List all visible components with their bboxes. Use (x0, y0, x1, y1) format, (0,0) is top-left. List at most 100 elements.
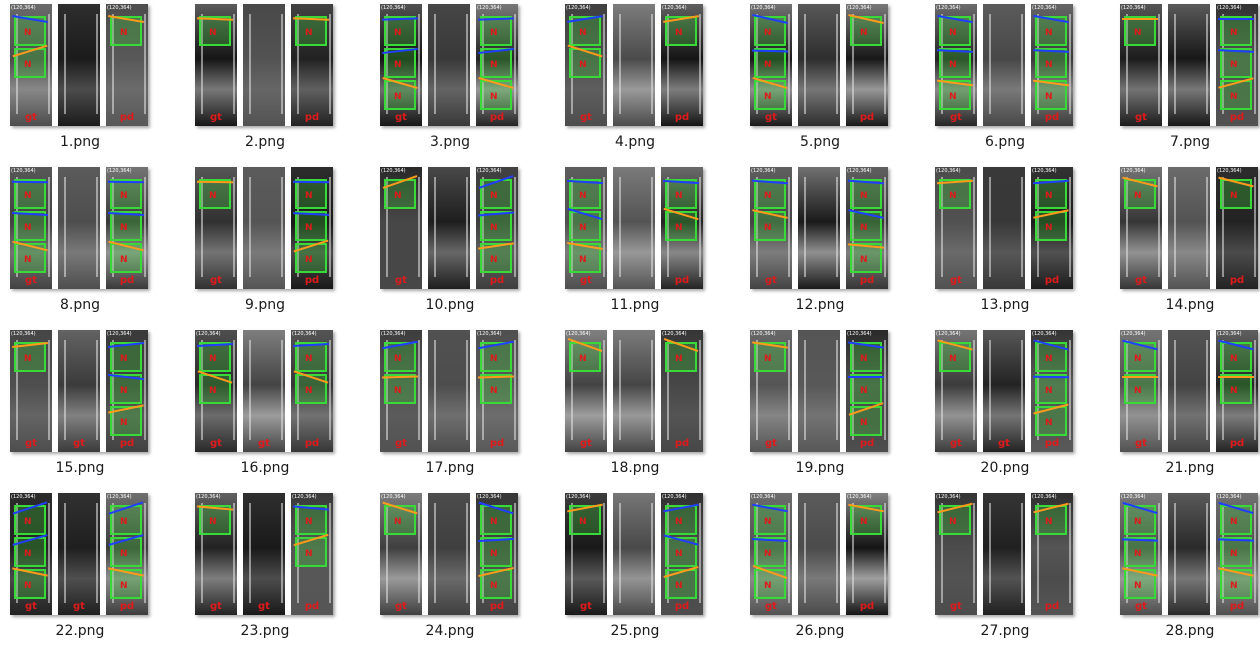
file-name[interactable]: 1.png (6, 134, 154, 150)
parking-line (64, 177, 98, 277)
thumbnail-image[interactable]: N N (120,364) gt N N (120,364) pd (1120, 330, 1258, 452)
file-name[interactable]: 2.png (191, 134, 339, 150)
file-thumbnail[interactable]: N (120,364) gt N N N (120,364) pd 10.png (376, 163, 524, 321)
file-name[interactable]: 10.png (376, 297, 524, 313)
file-name[interactable]: 12.png (746, 297, 894, 313)
thumbnail-image[interactable]: N (120,364) gt N N N (120,364) pd (565, 493, 703, 615)
thumbnail-image[interactable]: N N N (120,364) gt N (120,364) pd (750, 4, 888, 126)
raw-panel (428, 330, 470, 452)
thumbnail-image[interactable]: N N N (120,364) gt gt N N N (120,364) pd (10, 493, 148, 615)
file-name[interactable]: 27.png (931, 623, 1079, 639)
file-thumbnail[interactable]: N (120,364) gt N N (120,364) pd 13.png (931, 163, 1079, 321)
thumbnail-image[interactable]: N N N (120,364) gt N N N (120,364) pd (10, 167, 148, 289)
file-name[interactable]: 9.png (191, 297, 339, 313)
pd-panel: N N (120,364) pd (291, 493, 333, 615)
thumbnail-image[interactable]: N N (120,364) gt gt N N (120,364) pd (195, 330, 333, 452)
slot-marker: N (394, 517, 402, 527)
file-thumbnail[interactable]: N N (120,364) gt gt N N (120,364) pd 16.png (191, 326, 339, 484)
file-thumbnail[interactable]: N N (120,364) gt N (120,364) pd 4.png (561, 0, 709, 158)
slot-marker: N (120, 28, 128, 38)
thumbnail-image[interactable]: N N N (120,364) gt N (120,364) pd (750, 493, 888, 615)
raw-panel (613, 493, 655, 615)
thumbnail-image[interactable]: N (120,364) gt N N (120,364) pd (935, 167, 1073, 289)
file-name[interactable]: 6.png (931, 134, 1079, 150)
file-thumbnail[interactable]: N N Ngt N Npd 11.png (561, 163, 709, 321)
file-name[interactable]: 14.png (1116, 297, 1260, 313)
thumbnail-image[interactable]: N (120,364) gt N N N (120,364) pd (750, 330, 888, 452)
file-name[interactable]: 3.png (376, 134, 524, 150)
file-thumbnail[interactable]: N N N (120,364) gt N N N (120,364) pd 28.png (1116, 489, 1260, 647)
thumbnail-image[interactable]: N (120,364) gt gt N N N (120,364) pd (935, 330, 1073, 452)
thumbnail-image[interactable]: N (120,364) gt N N N (120,364) pd (1120, 4, 1258, 126)
file-name[interactable]: 18.png (561, 460, 709, 476)
file-thumbnail[interactable]: N N N (120,364) gt N N N (120,364) pd 3.png (376, 0, 524, 158)
thumbnail-image[interactable]: N (120,364) gt N (120,364) pd (935, 493, 1073, 615)
raw-panel (1168, 330, 1210, 452)
file-name[interactable]: 16.png (191, 460, 339, 476)
slot-marker: N (1045, 418, 1053, 428)
thumbnail-image[interactable]: N N N (120,364) gt N N N (120,364) pd (935, 4, 1073, 126)
file-thumbnail[interactable]: N (120,364) gt N N N (120,364) pd 25.png (561, 489, 709, 647)
file-name[interactable]: 26.png (746, 623, 894, 639)
slot-marker: N (1230, 191, 1238, 201)
thumbnail-image[interactable]: N (120,364) gt N N N (120,364) pd (380, 493, 518, 615)
gt-panel: N N N (120,364) gt (10, 167, 52, 289)
thumbnail-image[interactable]: N N Ngt N Npd (565, 167, 703, 289)
raw-panel: gt (58, 493, 100, 615)
file-thumbnail[interactable]: Ngt N N Npd 9.png (191, 163, 339, 321)
file-name[interactable]: 13.png (931, 297, 1079, 313)
file-thumbnail[interactable]: N N N (120,364) gt N (120,364) pd 26.png (746, 489, 894, 647)
thumbnail-image[interactable]: N N (120,364) gt N (120,364) pd (565, 4, 703, 126)
file-thumbnail[interactable]: N N N (120,364) gt N N N (120,364) pd 6.png (931, 0, 1079, 158)
file-thumbnail[interactable]: N (120,364) gt N (120,364) pd 18.png (561, 326, 709, 484)
file-name[interactable]: 20.png (931, 460, 1079, 476)
file-name[interactable]: 4.png (561, 134, 709, 150)
thumbnail-image[interactable]: N (120,364) gt N (120,364) pd (565, 330, 703, 452)
file-thumbnail[interactable]: N (120,364) gt N (120,364) pd 27.png (931, 489, 1079, 647)
file-thumbnail[interactable]: N N (120,364) gt N N (120,364) pd 21.png (1116, 326, 1260, 484)
file-thumbnail[interactable]: N (120,364) gt N N N (120,364) pd 7.png (1116, 0, 1260, 158)
coordinate-text: (120,364) (1121, 5, 1146, 11)
thumbnail-image[interactable]: N (120,364) gt N N N (120,364) pd (380, 167, 518, 289)
file-thumbnail[interactable]: N (120,364) gt gt N N N (120,364) pd 15.png (6, 326, 154, 484)
file-thumbnail[interactable]: N N N (120,364) gt gt N N N (120,364) pd 22.png (6, 489, 154, 647)
file-name[interactable]: 19.png (746, 460, 894, 476)
file-thumbnail[interactable]: N N (120,364) gt N N N (120,364) pd 12.png (746, 163, 894, 321)
file-name[interactable]: 22.png (6, 623, 154, 639)
file-thumbnail[interactable]: N N N (120,364) gt N N N (120,364) pd 8.png (6, 163, 154, 321)
thumbnail-image[interactable]: N (120,364) gt gt N N (120,364) pd (195, 493, 333, 615)
file-name[interactable]: 8.png (6, 297, 154, 313)
thumbnail-image[interactable]: Ngt Npd (195, 4, 333, 126)
file-name[interactable]: 23.png (191, 623, 339, 639)
file-thumbnail[interactable]: N N (120,364) gt N N (120,364) pd 17.png (376, 326, 524, 484)
thumbnail-image[interactable]: Ngt N N Npd (195, 167, 333, 289)
file-thumbnail[interactable]: N N (120,364) gt N (120,364) pd 1.png (6, 0, 154, 158)
file-name[interactable]: 28.png (1116, 623, 1260, 639)
thumbnail-image[interactable]: N (120,364) gt gt N N N (120,364) pd (10, 330, 148, 452)
file-thumbnail[interactable]: N (120,364) gt N N N (120,364) pd 19.png (746, 326, 894, 484)
file-thumbnail[interactable]: N (120,364) gt gt N N (120,364) pd 23.png (191, 489, 339, 647)
file-name[interactable]: 17.png (376, 460, 524, 476)
slot-marker: N (120, 386, 128, 396)
thumbnail-image[interactable]: N (120,364) gt N (120,364) pd (1120, 167, 1258, 289)
thumbnail-image[interactable]: N N N (120,364) gt N N N (120,364) pd (1120, 493, 1258, 615)
thumbnail-image[interactable]: N N (120,364) gt N N (120,364) pd (380, 330, 518, 452)
file-thumbnail[interactable]: N (120,364) gt N (120,364) pd 14.png (1116, 163, 1260, 321)
coordinate-text: (120,364) (847, 5, 872, 11)
file-name[interactable]: 5.png (746, 134, 894, 150)
file-name[interactable]: 21.png (1116, 460, 1260, 476)
thumbnail-image[interactable]: N N (120,364) gt N (120,364) pd (10, 4, 148, 126)
slot-marker: N (120, 517, 128, 527)
file-name[interactable]: 15.png (6, 460, 154, 476)
file-name[interactable]: 11.png (561, 297, 709, 313)
thumbnail-image[interactable]: N N (120,364) gt N N N (120,364) pd (750, 167, 888, 289)
file-thumbnail[interactable]: N N N (120,364) gt N (120,364) pd 5.png (746, 0, 894, 158)
file-thumbnail[interactable]: N (120,364) gt N N N (120,364) pd 24.png (376, 489, 524, 647)
raw-panel: gt (243, 493, 285, 615)
file-thumbnail[interactable]: N (120,364) gt gt N N N (120,364) pd 20.png (931, 326, 1079, 484)
file-name[interactable]: 25.png (561, 623, 709, 639)
file-thumbnail[interactable]: Ngt Npd 2.png (191, 0, 339, 158)
file-name[interactable]: 7.png (1116, 134, 1260, 150)
thumbnail-image[interactable]: N N N (120,364) gt N N N (120,364) pd (380, 4, 518, 126)
file-name[interactable]: 24.png (376, 623, 524, 639)
